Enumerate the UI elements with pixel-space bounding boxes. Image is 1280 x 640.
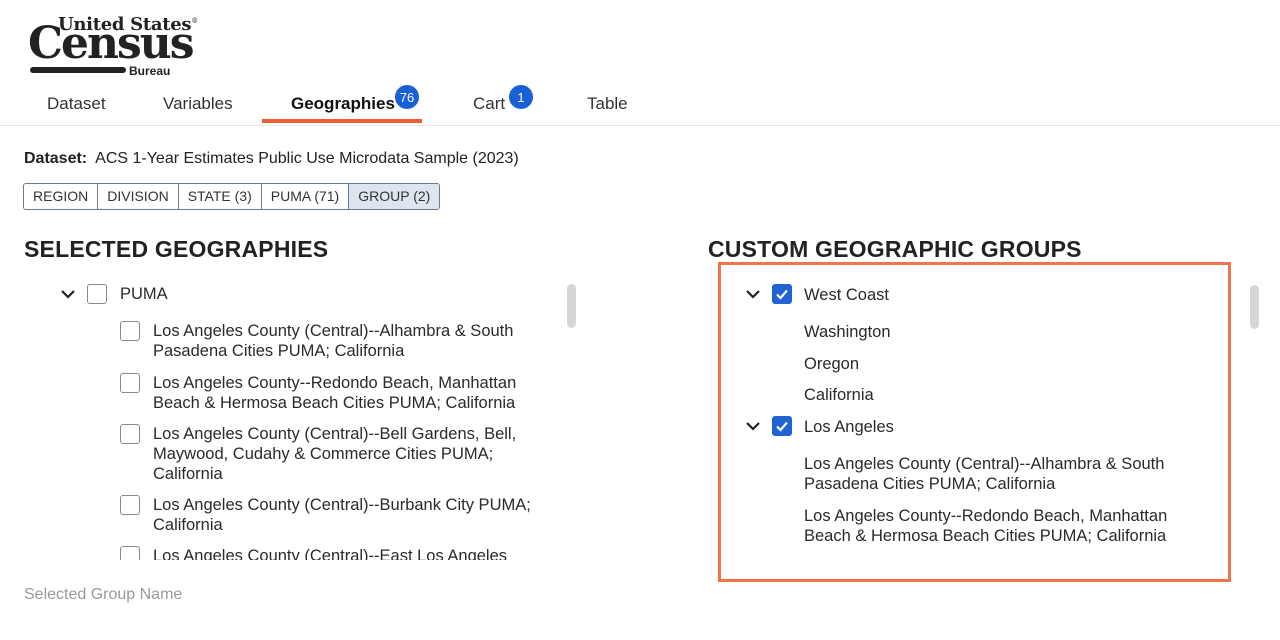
list-item-line: Beach & Hermosa Beach Cities PUMA; Calif… (153, 394, 516, 412)
logo-bureau: Bureau (129, 64, 171, 78)
tab-geographies-label: Geographies (291, 94, 395, 113)
selected-geographies-list: PUMA Los Angeles County (Central)--Alham… (24, 278, 584, 560)
group-member-line: Beach & Hermosa Beach Cities PUMA; Calif… (804, 527, 1167, 545)
filter-puma[interactable]: PUMA (71) (261, 184, 350, 209)
selected-geographies-heading: SELECTED GEOGRAPHIES (24, 236, 329, 262)
list-item-line: Los Angeles County (Central)--Alhambra &… (153, 322, 514, 340)
census-bureau-logo[interactable]: United States® Census Bureau (28, 14, 198, 78)
tab-cart[interactable]: Cart (473, 94, 505, 114)
group-member-line: Los Angeles County (Central)--Alhambra &… (804, 455, 1165, 473)
group-member: Los Angeles County (Central)--Alhambra &… (804, 454, 1164, 494)
logo-census: Census (28, 18, 195, 69)
chevron-down-icon[interactable] (744, 417, 762, 435)
filter-state[interactable]: STATE (3) (178, 184, 262, 209)
dataset-label: Dataset: (24, 150, 88, 167)
list-item: Los Angeles County (Central)--Alhambra &… (153, 321, 513, 361)
list-item: Los Angeles County--Redondo Beach, Manha… (153, 373, 516, 413)
list-item-line: California (153, 465, 223, 483)
group-member-line: Pasadena Cities PUMA; California (804, 475, 1056, 493)
custom-groups-panel: West Coast Washington Oregon California … (718, 262, 1259, 582)
list-item-line: Los Angeles County (Central)--Burbank Ci… (153, 496, 531, 514)
active-tab-indicator (262, 119, 422, 123)
group-member-line: Los Angeles County--Redondo Beach, Manha… (804, 507, 1168, 525)
list-item: Los Angeles County (Central)--Burbank Ci… (153, 495, 531, 535)
tab-geographies[interactable]: Geographies (291, 94, 395, 114)
tab-table[interactable]: Table (587, 94, 628, 114)
group-name-los-angeles: Los Angeles (804, 418, 894, 436)
list-item: Los Angeles County (Central)--Bell Garde… (153, 424, 516, 484)
list-item: Los Angeles County (Central)--East Los A… (153, 546, 507, 560)
cart-count-badge: 1 (509, 85, 533, 109)
tab-dataset[interactable]: Dataset (47, 94, 106, 114)
list-item-line: Los Angeles County (Central)--East Los A… (153, 547, 508, 560)
filter-group[interactable]: GROUP (2) (349, 184, 440, 209)
check-icon (776, 289, 788, 300)
scrollbar-thumb[interactable] (1250, 285, 1259, 329)
list-item-line: California (153, 516, 223, 534)
chevron-down-icon[interactable] (59, 285, 77, 303)
group-member: Washington (804, 323, 891, 341)
check-icon (776, 421, 788, 432)
filter-region[interactable]: REGION (24, 184, 99, 209)
item-checkbox[interactable] (120, 495, 140, 515)
geography-level-filter: REGION DIVISION STATE (3) PUMA (71) GROU… (23, 183, 441, 210)
custom-groups-heading: CUSTOM GEOGRAPHIC GROUPS (708, 236, 1082, 262)
item-checkbox[interactable] (120, 321, 140, 341)
list-item-line: Los Angeles County--Redondo Beach, Manha… (153, 374, 517, 392)
tab-variables[interactable]: Variables (163, 94, 233, 114)
selected-group-name-placeholder[interactable]: Selected Group Name (24, 586, 182, 604)
dataset-info: Dataset: ACS 1-Year Estimates Public Use… (24, 150, 519, 168)
geographies-count-badge: 76 (395, 85, 419, 109)
group-name-west-coast: West Coast (804, 286, 889, 304)
list-item-line: Maywood, Cudahy & Commerce Cities PUMA; (153, 445, 494, 463)
puma-parent-label: PUMA (120, 285, 168, 303)
puma-checkbox[interactable] (87, 284, 107, 304)
main-tabs: Dataset Variables Geographies 76 Cart 1 … (0, 84, 1280, 126)
group-checkbox-west-coast[interactable] (772, 284, 792, 304)
filter-division[interactable]: DIVISION (98, 184, 179, 209)
item-checkbox[interactable] (120, 546, 140, 560)
dataset-value: ACS 1-Year Estimates Public Use Microdat… (95, 150, 519, 167)
group-member: Los Angeles County--Redondo Beach, Manha… (804, 506, 1167, 546)
list-item-line: Pasadena Cities PUMA; California (153, 342, 405, 360)
group-member: Oregon (804, 355, 860, 373)
group-checkbox-los-angeles[interactable] (772, 416, 792, 436)
item-checkbox[interactable] (120, 424, 140, 444)
group-member: California (804, 386, 874, 404)
list-item-line: Los Angeles County (Central)--Bell Garde… (153, 425, 517, 443)
scrollbar-thumb[interactable] (567, 284, 576, 328)
item-checkbox[interactable] (120, 373, 140, 393)
logo-bar (30, 67, 126, 73)
chevron-down-icon[interactable] (744, 285, 762, 303)
